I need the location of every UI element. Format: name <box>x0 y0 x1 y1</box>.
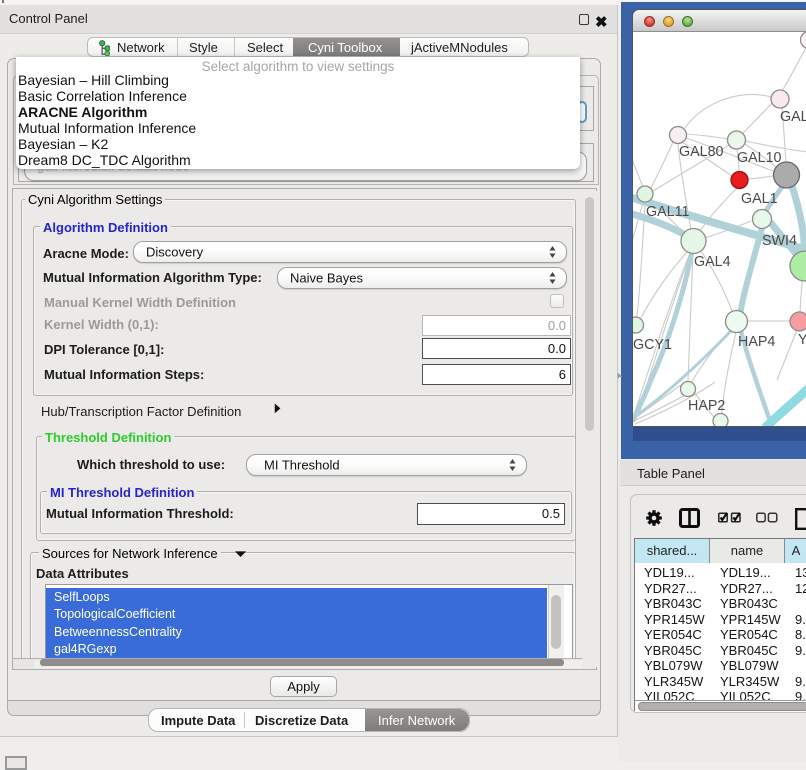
svg-text:GAL1: GAL1 <box>741 191 778 207</box>
svg-text:GAL11: GAL11 <box>646 204 689 220</box>
svg-text:GAL80: GAL80 <box>679 144 724 160</box>
svg-text:GAL4: GAL4 <box>694 254 731 270</box>
svg-text:GCY1: GCY1 <box>633 337 672 353</box>
svg-text:HAP4: HAP4 <box>738 334 775 350</box>
svg-text:SWI4: SWI4 <box>762 233 797 249</box>
svg-text:GAL7: GAL7 <box>780 109 806 125</box>
svg-text:HAP2: HAP2 <box>688 398 725 414</box>
svg-text:GAL10: GAL10 <box>737 150 782 166</box>
svg-text:YM: YM <box>798 332 806 348</box>
